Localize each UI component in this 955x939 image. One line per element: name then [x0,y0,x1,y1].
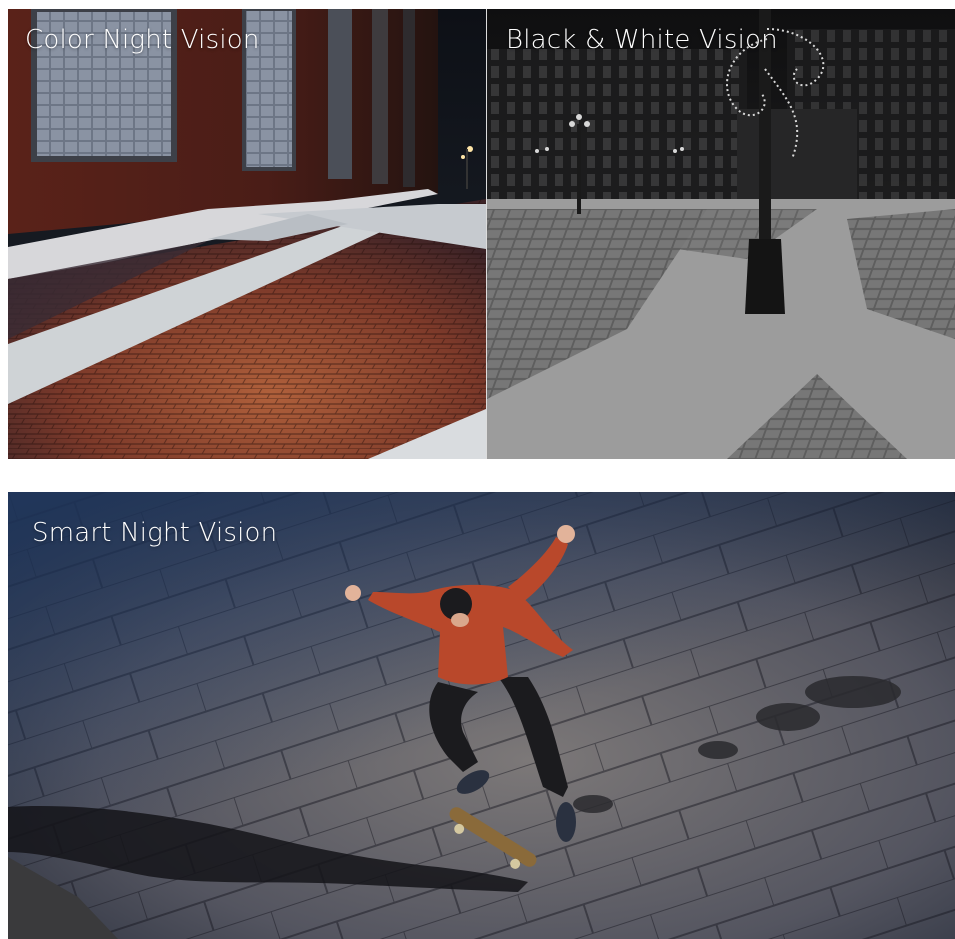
color-night-vision-panel: Color Night Vision [8,9,486,459]
black-white-vision-panel: Black & White Vision [487,9,955,459]
black-white-vision-label: Black & White Vision [506,25,778,55]
black-white-vision-image [487,9,955,459]
smart-night-vision-label: Smart Night Vision [32,518,278,548]
smart-night-vision-panel: Smart Night Vision [8,492,955,939]
smart-night-vision-image [8,492,955,939]
color-night-vision-label: Color Night Vision [25,25,260,55]
color-night-vision-image [8,9,486,459]
